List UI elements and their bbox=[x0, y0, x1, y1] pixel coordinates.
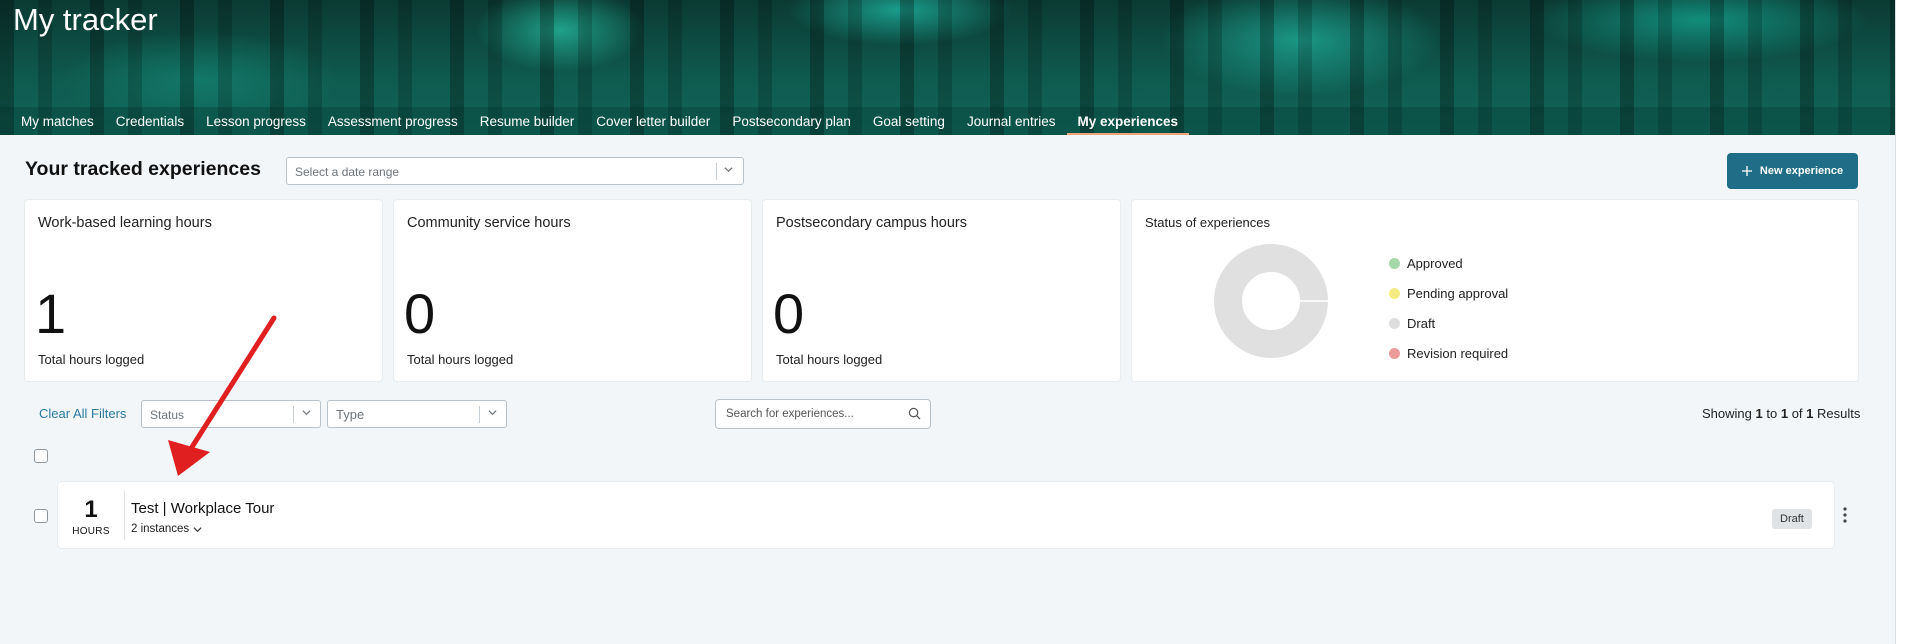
tab-cover-letter-builder[interactable]: Cover letter builder bbox=[585, 107, 721, 135]
card-label: Work-based learning hours bbox=[38, 215, 212, 231]
search-icon[interactable] bbox=[908, 407, 921, 420]
status-badge: Draft bbox=[1772, 509, 1812, 529]
select-divider bbox=[293, 406, 294, 423]
legend-dot bbox=[1389, 257, 1400, 269]
plus-icon bbox=[1741, 166, 1752, 176]
status-filter-placeholder: Status bbox=[150, 408, 185, 422]
status-donut-chart bbox=[1214, 244, 1328, 358]
tab-resume-builder[interactable]: Resume builder bbox=[469, 107, 586, 135]
card-label: Status of experiences bbox=[1145, 215, 1271, 230]
date-range-placeholder: Select a date range bbox=[295, 165, 400, 179]
legend-item-draft: Draft bbox=[1389, 308, 1508, 338]
card-label: Community service hours bbox=[407, 215, 571, 231]
tracker-tabs: My matches Credentials Lesson progress A… bbox=[0, 107, 1895, 135]
card-value: 0 bbox=[773, 282, 805, 345]
legend-label: Pending approval bbox=[1407, 285, 1509, 301]
hours-label: HOURS bbox=[72, 526, 110, 537]
status-legend: Approved Pending approval Draft Revision… bbox=[1389, 248, 1508, 368]
tab-journal-entries[interactable]: Journal entries bbox=[956, 107, 1067, 135]
legend-item-pending-approval: Pending approval bbox=[1389, 278, 1508, 308]
legend-dot bbox=[1389, 287, 1400, 299]
section-title: Your tracked experiences bbox=[25, 158, 261, 180]
card-sub: Total hours logged bbox=[407, 352, 514, 367]
experience-row[interactable]: 1 HOURS Test | Workplace Tour 2 instance… bbox=[58, 482, 1834, 548]
results-total: 1 bbox=[1806, 406, 1814, 421]
date-range-select[interactable]: Select a date range bbox=[286, 157, 744, 185]
hours-value: 1 bbox=[84, 496, 98, 523]
results-to-word: to bbox=[1766, 406, 1778, 421]
card-value: 0 bbox=[404, 282, 436, 345]
card-label: Postsecondary campus hours bbox=[776, 215, 968, 231]
legend-item-approved: Approved bbox=[1389, 248, 1508, 278]
tab-assessment-progress[interactable]: Assessment progress bbox=[317, 107, 469, 135]
card-sub: Total hours logged bbox=[38, 352, 145, 367]
clear-all-filters-link[interactable]: Clear All Filters bbox=[39, 406, 126, 421]
type-filter-placeholder: Type bbox=[336, 407, 365, 422]
results-to: 1 bbox=[1780, 406, 1789, 421]
page-title: My tracker bbox=[13, 2, 158, 37]
chevron-down-icon bbox=[193, 526, 202, 532]
legend-dot bbox=[1389, 347, 1400, 359]
chevron-down-icon bbox=[724, 167, 733, 173]
tab-postsecondary-plan[interactable]: Postsecondary plan bbox=[721, 107, 862, 135]
type-filter-select[interactable]: Type bbox=[327, 400, 507, 428]
hours-box: 1 HOURS bbox=[58, 490, 125, 540]
chevron-down-icon bbox=[302, 410, 311, 416]
search-box bbox=[715, 399, 931, 429]
card-value: 1 bbox=[35, 282, 67, 345]
status-of-experiences-card: Status of experiences Approved Pending a… bbox=[1132, 200, 1858, 381]
select-divider bbox=[716, 163, 717, 180]
tab-goal-setting[interactable]: Goal setting bbox=[862, 107, 956, 135]
search-input[interactable] bbox=[716, 400, 906, 428]
results-summary: Showing 1 to 1 of 1 Results bbox=[1702, 406, 1860, 421]
legend-dot bbox=[1389, 317, 1400, 329]
new-experience-label: New experience bbox=[1759, 165, 1844, 177]
chevron-down-icon bbox=[488, 410, 497, 416]
legend-item-revision-required: Revision required bbox=[1389, 338, 1508, 368]
row-checkbox[interactable] bbox=[34, 509, 48, 523]
card-sub: Total hours logged bbox=[776, 352, 883, 367]
legend-label: Draft bbox=[1407, 315, 1436, 331]
legend-label: Revision required bbox=[1407, 345, 1509, 361]
more-options-icon[interactable] bbox=[1840, 506, 1850, 524]
new-experience-button[interactable]: New experience bbox=[1727, 153, 1858, 189]
instances-toggle[interactable]: 2 instances bbox=[131, 523, 202, 535]
results-of-word: of bbox=[1791, 406, 1803, 421]
experience-title[interactable]: Test | Workplace Tour bbox=[131, 500, 274, 517]
instances-label: 2 instances bbox=[131, 523, 190, 535]
select-divider bbox=[479, 406, 480, 423]
work-based-hours-card: Work-based learning hours 1 Total hours … bbox=[25, 200, 382, 381]
tab-credentials[interactable]: Credentials bbox=[105, 107, 195, 135]
scrollbar-track[interactable] bbox=[1895, 0, 1908, 644]
legend-label: Approved bbox=[1407, 255, 1463, 271]
select-all-checkbox[interactable] bbox=[34, 449, 48, 463]
postsecondary-campus-hours-card: Postsecondary campus hours 0 Total hours… bbox=[763, 200, 1120, 381]
tab-my-experiences[interactable]: My experiences bbox=[1066, 107, 1190, 135]
status-filter-select[interactable]: Status bbox=[141, 400, 321, 428]
results-from: 1 bbox=[1755, 406, 1763, 421]
results-prefix: Showing bbox=[1702, 406, 1752, 421]
tab-lesson-progress[interactable]: Lesson progress bbox=[195, 107, 317, 135]
tab-my-matches[interactable]: My matches bbox=[10, 107, 105, 135]
community-service-hours-card: Community service hours 0 Total hours lo… bbox=[394, 200, 751, 381]
results-suffix: Results bbox=[1817, 406, 1861, 421]
